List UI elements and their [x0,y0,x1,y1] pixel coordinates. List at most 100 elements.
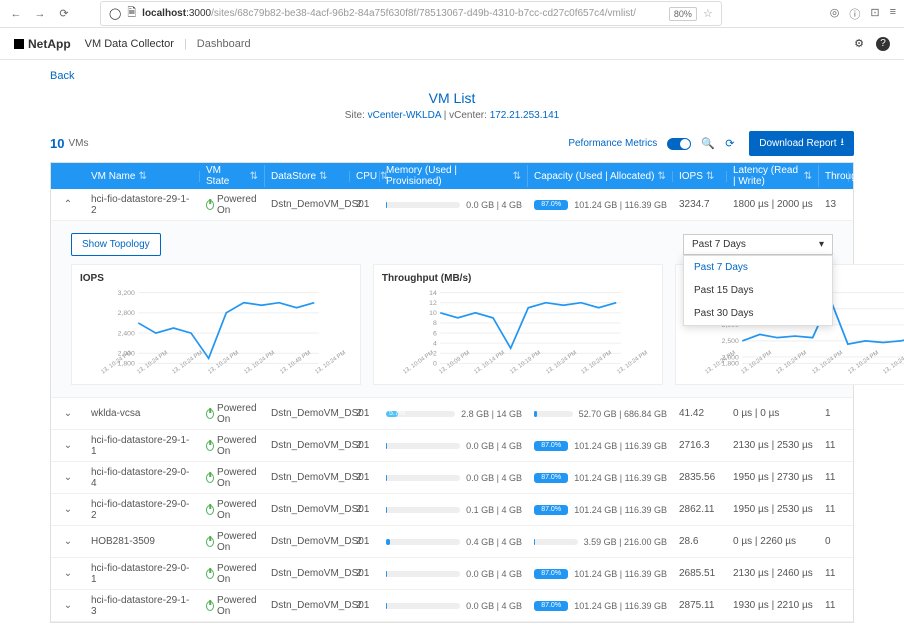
download-icon: ⭳ [841,135,845,152]
bookmark-icon[interactable]: ☆ [703,7,713,20]
datastore-name[interactable]: Dstn_DemoVM_DS01 [265,195,350,214]
th-memory[interactable]: Memory (Used | Provisioned)⇅ [380,165,528,187]
show-topology-button[interactable]: Show Topology [71,233,161,256]
vcenter-link[interactable]: 172.21.253.141 [490,110,560,121]
vm-name[interactable]: HOB281-3509 [85,532,200,551]
time-option[interactable]: Past 7 Days [684,256,832,279]
refresh-icon[interactable]: ⟳ [725,137,739,151]
menu-icon[interactable]: ≡ [890,6,896,22]
th-name[interactable]: VM Name⇅ [85,171,200,182]
memory-bar [386,202,460,208]
datastore-name[interactable]: Dstn_DemoVM_DS01 [265,564,350,583]
table-row: ⌄ HOB281-3509 Powered On Dstn_DemoVM_DS0… [51,526,853,558]
iops-value: 2716.3 [673,436,727,455]
expand-toggle[interactable]: ⌄ [51,564,85,583]
chart-title: IOPS [80,273,352,284]
settings-icon[interactable]: ⚙ [854,37,864,50]
chart-iops: IOPS 1,8002,0002,4002,8003,200 13, 10:24… [71,264,361,385]
url-text: localhost:3000/sites/68c79b82-be38-4acf-… [142,8,636,19]
vm-name[interactable]: hci-fio-datastore-29-1-3 [85,591,200,621]
svg-text:8: 8 [433,320,437,327]
perf-metrics-toggle[interactable] [667,138,691,150]
th-throughput[interactable]: Throug [819,171,849,182]
nav-dashboard[interactable]: Dashboard [197,38,251,50]
site-link[interactable]: vCenter-WKLDA [368,110,441,121]
vm-name[interactable]: hci-fio-datastore-29-1-1 [85,431,200,461]
capacity-bar [534,411,573,417]
url-bar[interactable]: ◯ 🗎 localhost:3000/sites/68c79b82-be38-4… [100,1,722,26]
datastore-name[interactable]: Dstn_DemoVM_DS01 [265,468,350,487]
latency-value: 1800 µs | 2000 µs [727,195,819,214]
time-option[interactable]: Past 15 Days [684,279,832,302]
th-state[interactable]: VM State⇅ [200,165,265,187]
vm-name[interactable]: wklda-vcsa [85,404,200,423]
datastore-name[interactable]: Dstn_DemoVM_DS01 [265,500,350,519]
time-option[interactable]: Past 30 Days [684,302,832,325]
vm-name[interactable]: hci-fio-datastore-29-0-4 [85,463,200,493]
th-datastore[interactable]: DataStore⇅ [265,171,350,182]
download-report-button[interactable]: Download Report ⭳ [749,131,854,156]
browser-forward[interactable]: → [32,6,48,22]
back-link[interactable]: Back [50,70,74,82]
power-icon [206,569,214,579]
svg-text:14: 14 [429,290,437,297]
browser-back[interactable]: ← [8,6,24,22]
vm-state: Powered On [206,563,259,585]
vm-name[interactable]: hci-fio-datastore-29-0-2 [85,495,200,525]
datastore-name[interactable]: Dstn_DemoVM_DS01 [265,436,350,455]
th-capacity[interactable]: Capacity (Used | Allocated)⇅ [528,171,673,182]
help-icon[interactable]: ? [876,37,890,51]
datastore-name[interactable]: Dstn_DemoVM_DS01 [265,532,350,551]
th-cpu[interactable]: CPU⇅ [350,171,380,182]
latency-value: 0 µs | 0 µs [727,404,819,423]
capacity-text: 101.24 GB | 116.39 GB [574,441,667,451]
memory-bar [386,571,460,577]
iops-value: 28.6 [673,532,727,551]
svg-text:3,200: 3,200 [118,290,135,297]
datastore-name[interactable]: Dstn_DemoVM_DS01 [265,596,350,615]
expanded-panel: Show Topology Past 7 Days▾ Past 7 DaysPa… [51,221,853,398]
ext-icon[interactable]: ◎ [830,6,840,22]
vm-name[interactable]: hci-fio-datastore-29-0-1 [85,559,200,589]
svg-text:2,500: 2,500 [722,338,739,345]
expand-toggle[interactable]: ⌄ [51,436,85,455]
capacity-bar: 87.0% [534,473,568,483]
power-icon [206,409,214,419]
capacity-bar: 87.0% [534,569,568,579]
th-latency[interactable]: Latency (Read | Write)⇅ [727,165,819,187]
expand-toggle[interactable]: ⌃ [51,195,85,214]
expand-toggle[interactable]: ⌄ [51,404,85,423]
cpu-count: 2 [350,564,380,583]
memory-text: 0.0 GB | 4 GB [466,200,522,210]
site-info: Site: vCenter-WKLDA | vCenter: 172.21.25… [50,110,854,121]
cpu-count: 2 [350,468,380,487]
th-iops[interactable]: IOPS⇅ [673,171,727,182]
account-icon[interactable]: ⓘ [849,6,860,22]
vm-name[interactable]: hci-fio-datastore-29-1-2 [85,190,200,220]
capacity-text: 101.24 GB | 116.39 GB [574,505,667,515]
power-icon [206,505,214,515]
cpu-count: 2 [350,436,380,455]
capacity-text: 52.70 GB | 686.84 GB [579,409,667,419]
power-icon [206,441,214,451]
memory-bar: 5.7% [386,411,455,417]
power-icon [206,601,214,611]
throughput-value: 11 [819,564,849,583]
expand-toggle[interactable]: ⌄ [51,532,85,551]
tray-icon[interactable]: ⊡ [870,6,879,22]
iops-value: 2685.51 [673,564,727,583]
expand-toggle[interactable]: ⌄ [51,468,85,487]
latency-value: 1930 µs | 2210 µs [727,596,819,615]
datastore-name[interactable]: Dstn_DemoVM_DS01 [265,404,350,423]
search-icon[interactable]: 🔍 [701,137,715,151]
chart-throughputmbs: Throughput (MB/s) 02468101214 13, 10:04 … [373,264,663,385]
browser-reload[interactable]: ⟳ [56,6,72,22]
vm-state: Powered On [206,435,259,457]
latency-value: 0 µs | 2260 µs [727,532,819,551]
time-range-select[interactable]: Past 7 Days▾ Past 7 DaysPast 15 DaysPast… [683,234,833,255]
throughput-value: 11 [819,436,849,455]
zoom-badge[interactable]: 80% [669,7,697,21]
expand-toggle[interactable]: ⌄ [51,500,85,519]
expand-toggle[interactable]: ⌄ [51,596,85,615]
cpu-count: 2 [350,404,380,423]
